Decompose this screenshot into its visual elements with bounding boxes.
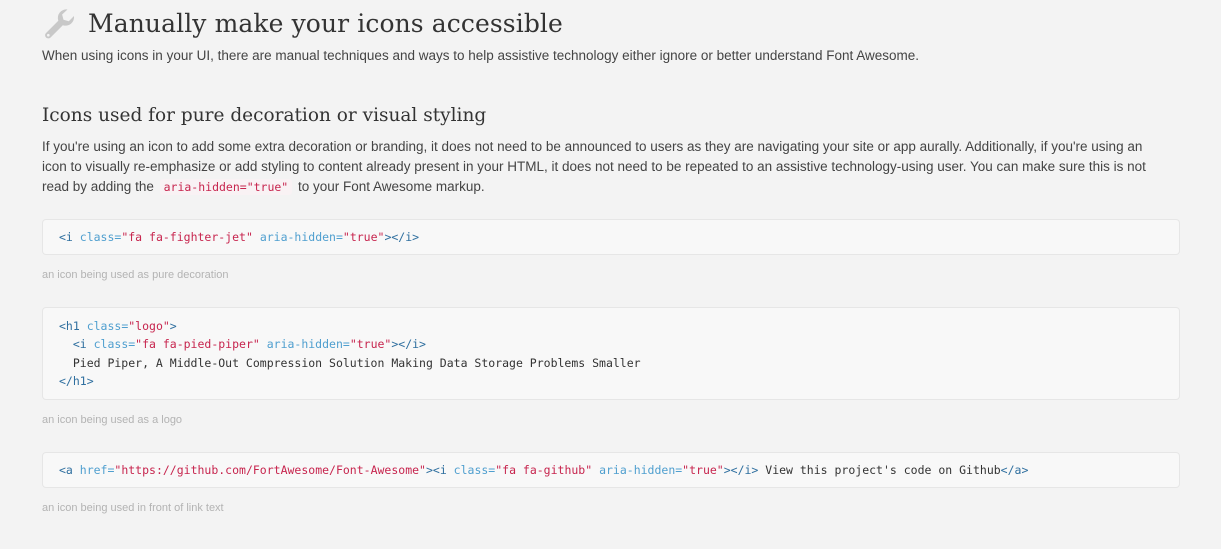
code-line: Pied Piper, A Middle-Out Compression Sol… [59,355,641,370]
page-title: Manually make your icons accessible [88,8,563,38]
code-block-decoration[interactable]: <i class="fa fa-fighter-jet" aria-hidden… [42,219,1180,255]
wrench-icon [45,9,75,39]
section-heading: Icons used for pure decoration or visual… [42,105,487,126]
paragraph-line: read by adding the aria-hidden="true" to… [42,177,1182,197]
paragraph-text: read by adding the [42,179,154,194]
code-line: </h1> [59,373,94,388]
lead-text: When using icons in your UI, there are m… [42,48,919,63]
section-paragraph: If you're using an icon to add some extr… [42,137,1182,197]
code-line: <i class="fa fa-pied-piper" aria-hidden=… [59,337,426,352]
paragraph-text: to your Font Awesome markup. [298,179,485,194]
page: Manually make your icons accessible When… [0,0,1221,549]
code-line: <i class="fa fa-fighter-jet" aria-hidden… [59,230,420,244]
code-block-logo[interactable]: <h1 class="logo"> <i class="fa fa-pied-p… [42,307,1180,400]
paragraph-line: If you're using an icon to add some extr… [42,139,1143,154]
code-line: <a href="https://github.com/FortAwesome/… [59,463,1029,477]
page-header: Manually make your icons accessible [42,6,563,40]
code-caption: an icon being used as a logo [42,414,183,426]
code-caption: an icon being used in front of link text [42,502,224,514]
code-caption: an icon being used as pure decoration [42,269,229,281]
code-block-link[interactable]: <a href="https://github.com/FortAwesome/… [42,452,1180,488]
code-line: <h1 class="logo"> [59,319,177,333]
paragraph-line: icon to visually re-emphasize or add sty… [42,159,1146,174]
inline-code-aria-hidden: aria-hidden="true" [159,179,293,195]
